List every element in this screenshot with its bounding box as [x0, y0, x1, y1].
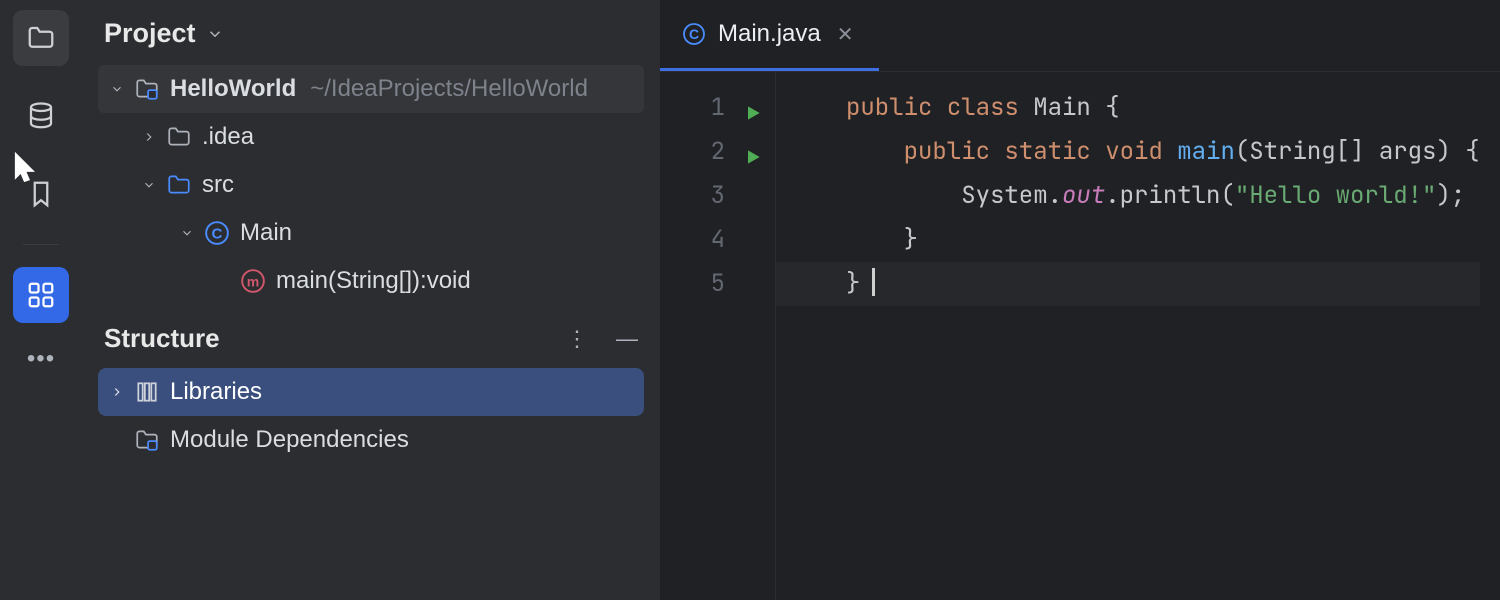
editor-area: C Main.java ✕ 1 2 3 4 5 public class Mai… — [660, 0, 1500, 600]
tree-root-path: ~/IdeaProjects/HelloWorld — [310, 75, 588, 103]
folder-icon — [26, 23, 56, 53]
project-panel-title: Project — [104, 18, 196, 49]
more-tools-button[interactable]: ••• — [27, 345, 55, 373]
tree-root-helloworld[interactable]: HelloWorld ~/IdeaProjects/HelloWorld — [98, 65, 644, 113]
class-icon: C — [682, 22, 706, 46]
bookmark-icon — [26, 179, 56, 209]
tree-node-label: src — [202, 171, 234, 199]
line-number: 5 — [660, 262, 725, 306]
project-panel-header[interactable]: Project — [82, 0, 660, 65]
line-number: 4 — [660, 218, 725, 262]
structure-panel-title: Structure — [104, 323, 220, 354]
structure-node-label: Libraries — [170, 378, 262, 406]
strip-separator — [23, 244, 59, 245]
svg-text:m: m — [247, 273, 260, 289]
bookmarks-tool-button[interactable] — [13, 166, 69, 222]
structure-node-module-deps[interactable]: Module Dependencies — [82, 416, 660, 464]
source-code[interactable]: public class Main { public static void m… — [776, 72, 1480, 600]
source-folder-icon — [166, 172, 192, 198]
class-icon: C — [204, 220, 230, 246]
caret-icon — [872, 268, 875, 296]
chevron-down-icon — [206, 25, 224, 43]
tool-strip: ••• — [0, 0, 82, 600]
folder-icon — [166, 124, 192, 150]
structure-options-button[interactable]: ⋮ — [566, 326, 588, 352]
code-line: public static void main(String[] args) { — [846, 130, 1480, 174]
code-editor[interactable]: 1 2 3 4 5 public class Main { public sta… — [660, 72, 1500, 600]
database-icon — [26, 101, 56, 131]
line-number: 3 — [660, 174, 725, 218]
run-gutter-icon[interactable] — [743, 94, 763, 138]
libraries-icon — [134, 379, 160, 405]
code-line: } — [846, 218, 1480, 262]
tree-node-main-class[interactable]: C Main — [82, 209, 660, 257]
code-line: } — [776, 262, 1480, 306]
project-folder-icon — [134, 76, 160, 102]
structure-tree: Libraries Module Dependencies — [82, 368, 660, 472]
structure-minimize-button[interactable]: — — [616, 326, 638, 352]
structure-node-libraries[interactable]: Libraries — [98, 368, 644, 416]
method-icon: m — [240, 268, 266, 294]
chevron-right-icon — [110, 385, 124, 399]
chevron-right-icon — [142, 130, 156, 144]
tree-node-label: Main — [240, 219, 292, 247]
side-panel: Project HelloWorld ~/IdeaProjects/HelloW… — [82, 0, 660, 600]
line-number: 1 — [660, 86, 725, 130]
chevron-down-icon — [180, 226, 194, 240]
tree-node-src[interactable]: src — [82, 161, 660, 209]
tab-main-java[interactable]: C Main.java ✕ — [660, 0, 879, 71]
editor-tabs: C Main.java ✕ — [660, 0, 1500, 72]
structure-tool-button[interactable] — [13, 267, 69, 323]
structure-panel-header: Structure ⋮ — — [82, 313, 660, 368]
project-tool-button[interactable] — [13, 10, 69, 66]
svg-text:C: C — [689, 26, 699, 42]
gutter: 1 2 3 4 5 — [660, 72, 776, 600]
svg-text:C: C — [212, 225, 223, 242]
tree-node-idea[interactable]: .idea — [82, 113, 660, 161]
database-tool-button[interactable] — [13, 88, 69, 144]
run-gutter-icon[interactable] — [743, 138, 763, 182]
structure-node-label: Module Dependencies — [170, 426, 409, 454]
code-line: public class Main { — [846, 86, 1480, 130]
tree-node-label: .idea — [202, 123, 254, 151]
chevron-down-icon — [110, 82, 124, 96]
chevron-down-icon — [142, 178, 156, 192]
tree-node-main-method[interactable]: m main(String[]):void — [82, 257, 660, 305]
tab-label: Main.java — [718, 20, 821, 48]
module-deps-icon — [134, 427, 160, 453]
structure-icon — [26, 280, 56, 310]
tree-root-label: HelloWorld — [170, 75, 296, 103]
tree-node-label: main(String[]):void — [276, 267, 471, 295]
tab-close-button[interactable]: ✕ — [833, 18, 858, 51]
cursor-icon — [11, 152, 41, 182]
project-tree: HelloWorld ~/IdeaProjects/HelloWorld .id… — [82, 65, 660, 313]
code-line: System.out.println("Hello world!"); — [846, 174, 1480, 218]
line-number: 2 — [660, 130, 725, 174]
